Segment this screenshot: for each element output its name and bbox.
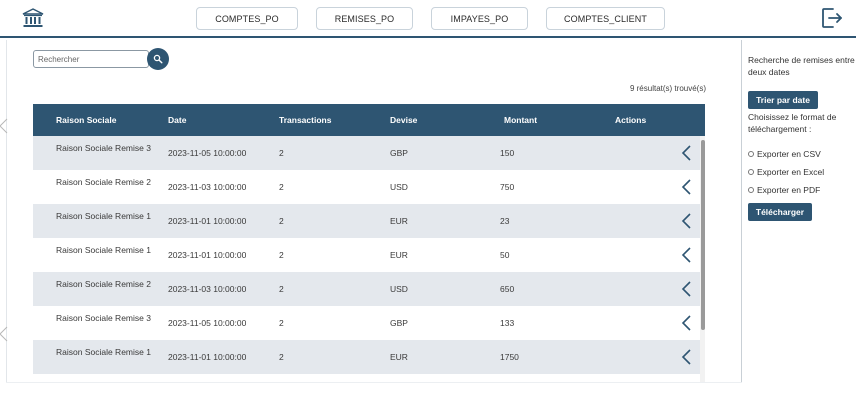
cell-raison-sociale: Raison Sociale Remise 1 — [56, 211, 151, 221]
cell-date: 2023-11-01 10:00:00 — [168, 352, 247, 362]
radio-label: Exporter en PDF — [757, 185, 821, 195]
radio-button[interactable] — [748, 169, 754, 175]
cell-montant: 133 — [500, 318, 515, 328]
cell-montant: 23 — [500, 216, 510, 226]
top-navbar: COMPTES_PO REMISES_PO IMPAYES_PO COMPTES… — [0, 0, 856, 38]
table-row: Raison Sociale Remise 3 2023-11-05 10:00:… — [33, 306, 700, 340]
cell-date: 2023-11-03 10:00:00 — [168, 182, 247, 192]
tab-comptes-po[interactable]: COMPTES_PO — [196, 7, 298, 30]
cell-devise: USD — [390, 284, 408, 294]
cell-transactions: 2 — [279, 250, 284, 260]
download-button[interactable]: Télécharger — [748, 203, 812, 221]
format-label-line2: téléchargement : — [748, 124, 812, 134]
cell-montant: 750 — [500, 182, 515, 192]
chevron-left-icon[interactable] — [679, 280, 693, 298]
cell-raison-sociale: Raison Sociale Remise 3 — [56, 143, 151, 153]
chevron-left-icon[interactable] — [679, 348, 693, 366]
chevron-left-icon[interactable] — [679, 246, 693, 264]
chevron-left-icon[interactable] — [679, 314, 693, 332]
cell-montant: 50 — [500, 250, 510, 260]
content-frame-bottom — [6, 382, 742, 383]
tab-remises-po[interactable]: REMISES_PO — [316, 7, 413, 30]
cell-date: 2023-11-03 10:00:00 — [168, 284, 247, 294]
search-button[interactable] — [147, 48, 169, 70]
search-input[interactable]: Rechercher — [33, 50, 149, 68]
table-row: Raison Sociale Remise 2 2023-11-03 10:00:… — [33, 170, 700, 204]
chevron-left-icon[interactable] — [679, 144, 693, 162]
scrollbar-thumb[interactable] — [701, 140, 705, 330]
remises-table: Raison Sociale Date Transactions Devise … — [33, 104, 705, 382]
chevron-left-icon[interactable] — [0, 326, 8, 342]
header-raison-sociale[interactable]: Raison Sociale — [56, 115, 116, 125]
chevron-left-icon[interactable] — [679, 178, 693, 196]
tab-comptes-client[interactable]: COMPTES_CLIENT — [546, 7, 665, 30]
cell-montant: 150 — [500, 148, 515, 158]
radio-label: Exporter en CSV — [757, 149, 821, 159]
cell-transactions: 2 — [279, 148, 284, 158]
export-csv-option[interactable]: Exporter en CSV — [748, 149, 821, 159]
cell-devise: GBP — [390, 318, 408, 328]
table-row: Raison Sociale Remise 1 2023-11-01 10:00:… — [33, 204, 700, 238]
cell-transactions: 2 — [279, 182, 284, 192]
cell-transactions: 2 — [279, 318, 284, 328]
cell-devise: EUR — [390, 250, 408, 260]
chevron-left-icon[interactable] — [0, 118, 8, 134]
cell-raison-sociale: Raison Sociale Remise 3 — [56, 313, 151, 323]
date-search-intro-line1: Recherche de remises entre — [748, 55, 855, 65]
cell-montant: 650 — [500, 284, 515, 294]
cell-transactions: 2 — [279, 284, 284, 294]
cell-transactions: 2 — [279, 352, 284, 362]
sort-by-date-button[interactable]: Trier par date — [748, 91, 818, 109]
cell-raison-sociale: Raison Sociale Remise 1 — [56, 245, 151, 255]
search-icon — [153, 54, 163, 64]
table-row: Raison Sociale Remise 3 2023-11-05 10:00:… — [33, 136, 700, 170]
radio-button[interactable] — [748, 151, 754, 157]
cell-date: 2023-11-01 10:00:00 — [168, 216, 247, 226]
header-montant[interactable]: Montant — [504, 115, 537, 125]
results-count: 9 résultat(s) trouvé(s) — [629, 84, 706, 93]
table-row: Raison Sociale Remise 1 2023-11-01 10:00:… — [33, 340, 700, 374]
header-actions: Actions — [615, 115, 647, 125]
chevron-left-icon[interactable] — [679, 212, 693, 230]
header-transactions[interactable]: Transactions — [279, 115, 331, 125]
tab-impayes-po[interactable]: IMPAYES_PO — [431, 7, 528, 30]
table-header: Raison Sociale Date Transactions Devise … — [33, 104, 705, 136]
cell-date: 2023-11-05 10:00:00 — [168, 148, 247, 158]
cell-devise: EUR — [390, 352, 408, 362]
cell-montant: 1750 — [500, 352, 519, 362]
cell-transactions: 2 — [279, 216, 284, 226]
cell-date: 2023-11-05 10:00:00 — [168, 318, 247, 328]
cell-date: 2023-11-01 10:00:00 — [168, 250, 247, 260]
cell-raison-sociale: Raison Sociale Remise 2 — [56, 279, 151, 289]
table-row: Raison Sociale Remise 2 2023-11-03 10:00:… — [33, 272, 700, 306]
header-date[interactable]: Date — [168, 115, 186, 125]
header-devise[interactable]: Devise — [390, 115, 417, 125]
cell-raison-sociale: Raison Sociale Remise 2 — [56, 177, 151, 187]
cell-devise: GBP — [390, 148, 408, 158]
radio-button[interactable] — [748, 187, 754, 193]
format-label-line1: Choisissez le format de — [748, 112, 837, 122]
bank-icon[interactable] — [22, 8, 44, 28]
cell-devise: EUR — [390, 216, 408, 226]
date-search-intro-line2: deux dates — [748, 67, 790, 77]
export-pdf-option[interactable]: Exporter en PDF — [748, 185, 820, 195]
cell-raison-sociale: Raison Sociale Remise 1 — [56, 347, 151, 357]
cell-devise: USD — [390, 182, 408, 192]
radio-label: Exporter en Excel — [757, 167, 825, 177]
logout-icon[interactable] — [820, 6, 844, 30]
export-excel-option[interactable]: Exporter en Excel — [748, 167, 824, 177]
table-row: Raison Sociale Remise 1 2023-11-01 10:00:… — [33, 238, 700, 272]
